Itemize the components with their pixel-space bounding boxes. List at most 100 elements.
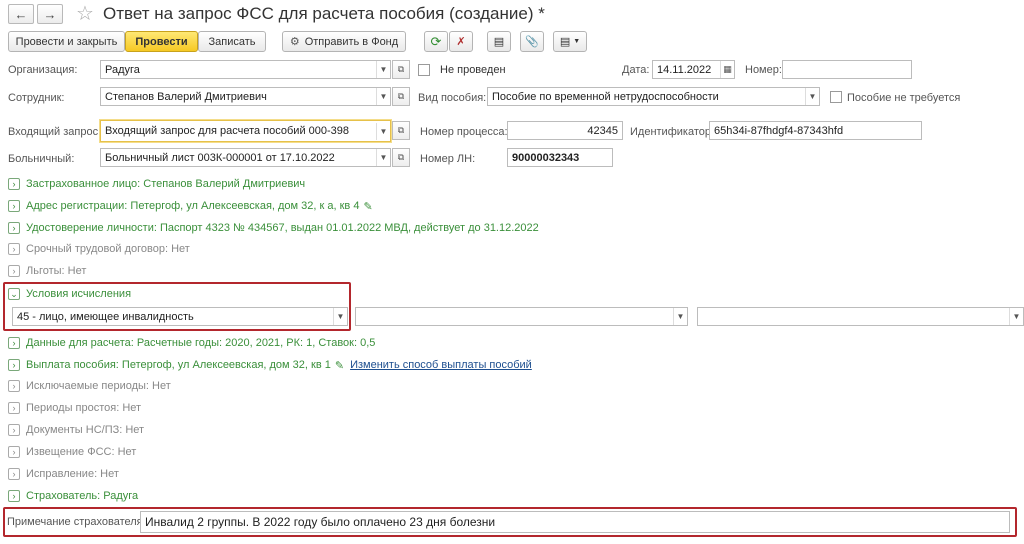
back-button[interactable]: ← [8,4,34,24]
group-label: Адрес регистрации: Петергоф, ул Алексеев… [26,200,360,212]
group-label: Периоды простоя: Нет [26,402,142,414]
benefit-type-field[interactable]: Пособие по временной нетрудоспособности … [487,87,820,106]
not-posted-label: Не проведен [440,64,506,76]
expand-icon[interactable]: › [8,337,20,349]
post-button[interactable]: Провести [125,31,198,52]
sick-leave-field[interactable]: Больничный лист 003К-000001 от 17.10.202… [100,148,391,167]
identifier-field[interactable]: 65h34i-87fhdgf4-87343hfd [709,121,922,140]
group-excluded-periods[interactable]: › Исключаемые периоды: Нет [8,378,171,394]
group-insured-person[interactable]: › Застрахованное лицо: Степанов Валерий … [8,176,305,192]
insurer-note-label: Примечание страхователя: [7,516,146,528]
employee-value: Степанов Валерий Дмитриевич [105,90,267,103]
insurer-note-field[interactable]: Инвалид 2 группы. В 2022 году было оплач… [140,511,1010,533]
group-correction[interactable]: › Исправление: Нет [8,466,119,482]
cancel-posting-button[interactable]: ✗ [449,31,473,52]
expand-icon[interactable]: › [8,468,20,480]
pencil-icon[interactable]: ✎ [363,200,372,213]
expand-icon[interactable]: › [8,446,20,458]
incoming-request-open-button[interactable]: ⧉ [392,121,410,140]
favorite-star-icon[interactable]: ☆ [76,1,94,26]
forward-button[interactable]: → [37,4,63,24]
expand-icon[interactable]: › [8,243,20,255]
incoming-request-label: Входящий запрос: [8,126,102,138]
group-benefits[interactable]: › Льготы: Нет [8,263,86,279]
employee-open-button[interactable]: ⧉ [392,87,410,106]
dropdown-icon[interactable]: ▼ [376,122,390,140]
dropdown-icon[interactable]: ▼ [376,88,390,105]
group-insurer[interactable]: › Страхователь: Радуга [8,488,138,504]
employee-label: Сотрудник: [8,92,65,104]
dropdown-icon[interactable]: ▼ [376,61,390,78]
arrow-right-icon: → [43,6,57,22]
group-label: Условия исчисления [26,288,132,300]
process-number-field[interactable]: 42345 [507,121,623,140]
expand-icon[interactable]: › [8,380,20,392]
sick-leave-value: Больничный лист 003К-000001 от 17.10.202… [105,151,335,164]
print-icon: ▤ [559,36,571,48]
list-icon: ▤ [493,36,505,48]
dropdown-icon[interactable]: ▼ [1009,308,1023,325]
dropdown-icon[interactable]: ▼ [333,308,347,325]
dropdown-icon[interactable]: ▼ [376,149,390,166]
expand-icon[interactable]: › [8,265,20,277]
group-label: Удостоверение личности: Паспорт 4323 № 4… [26,222,539,234]
print-menu-button[interactable]: ▤ ▼ [553,31,587,52]
collapse-icon[interactable]: ⌄ [8,288,20,300]
organization-field[interactable]: Радуга ▼ [100,60,391,79]
expand-icon[interactable]: › [8,178,20,190]
group-ns-pz-documents[interactable]: › Документы НС/ПЗ: Нет [8,422,144,438]
send-to-fund-label: Отправить в Фонд [304,35,399,48]
calendar-icon[interactable]: ▦ [720,61,734,78]
group-downtime-periods[interactable]: › Периоды простоя: Нет [8,400,141,416]
dropdown-icon[interactable]: ▼ [673,308,687,325]
condition-select-3[interactable]: ▼ [697,307,1024,326]
window-title: Ответ на запрос ФСС для расчета пособия … [103,4,545,23]
incoming-request-value: Входящий запрос для расчета пособий 000-… [105,125,350,137]
number-field[interactable] [782,60,912,79]
change-payment-method-link[interactable]: Изменить способ выплаты пособий [350,359,532,371]
open-icon: ⧉ [397,91,405,101]
benefit-not-required-checkbox[interactable] [830,91,842,103]
group-registration-address[interactable]: › Адрес регистрации: Петергоф, ул Алексе… [8,198,373,214]
pencil-icon[interactable]: ✎ [335,359,344,372]
number-label: Номер: [745,64,782,76]
condition-select-1-value: 45 - лицо, имеющее инвалидность [17,310,194,323]
refresh-icon: ⟳ [430,33,442,49]
group-fss-notice[interactable]: › Извещение ФСС: Нет [8,444,136,460]
expand-icon[interactable]: › [8,222,20,234]
benefit-type-value: Пособие по временной нетрудоспособности [492,90,719,103]
sick-leave-label: Больничный: [8,153,75,165]
incoming-request-field[interactable]: Входящий запрос для расчета пособий 000-… [100,120,391,142]
group-label: Выплата пособия: Петергоф, ул Алексеевск… [26,359,331,371]
group-label: Данные для расчета: Расчетные годы: 2020… [26,337,376,349]
refresh-button[interactable]: ⟳ [424,31,448,52]
group-benefit-payment[interactable]: › Выплата пособия: Петергоф, ул Алексеев… [8,357,532,373]
open-icon: ⧉ [397,152,405,162]
organization-open-button[interactable]: ⧉ [392,60,410,79]
expand-icon[interactable]: › [8,200,20,212]
expand-icon[interactable]: › [8,402,20,414]
document-list-button[interactable]: ▤ [487,31,511,52]
open-icon: ⧉ [397,64,405,74]
group-calculation-conditions[interactable]: ⌄ Условия исчисления [8,286,131,302]
ln-number-field[interactable]: 90000032343 [507,148,613,167]
send-to-fund-button[interactable]: ⚙ Отправить в Фонд [282,31,406,52]
organization-value: Радуга [105,63,140,76]
expand-icon[interactable]: › [8,424,20,436]
expand-icon[interactable]: › [8,490,20,502]
group-calculation-data[interactable]: › Данные для расчета: Расчетные годы: 20… [8,335,375,351]
date-field[interactable]: 14.11.2022 ▦ [652,60,735,79]
expand-icon[interactable]: › [8,359,20,371]
organization-label: Организация: [8,64,78,76]
sick-leave-open-button[interactable]: ⧉ [392,148,410,167]
group-fixed-term-contract[interactable]: › Срочный трудовой договор: Нет [8,241,190,257]
dropdown-icon[interactable]: ▼ [805,88,819,105]
save-button[interactable]: Записать [198,31,266,52]
employee-field[interactable]: Степанов Валерий Дмитриевич ▼ [100,87,391,106]
cancel-posting-icon: ✗ [456,36,466,48]
condition-select-2[interactable]: ▼ [355,307,688,326]
attach-button[interactable]: 📎 [520,31,544,52]
post-and-close-button[interactable]: Провести и закрыть [8,31,125,52]
condition-select-1[interactable]: 45 - лицо, имеющее инвалидность ▼ [12,307,348,326]
group-identity-document[interactable]: › Удостоверение личности: Паспорт 4323 №… [8,220,539,236]
